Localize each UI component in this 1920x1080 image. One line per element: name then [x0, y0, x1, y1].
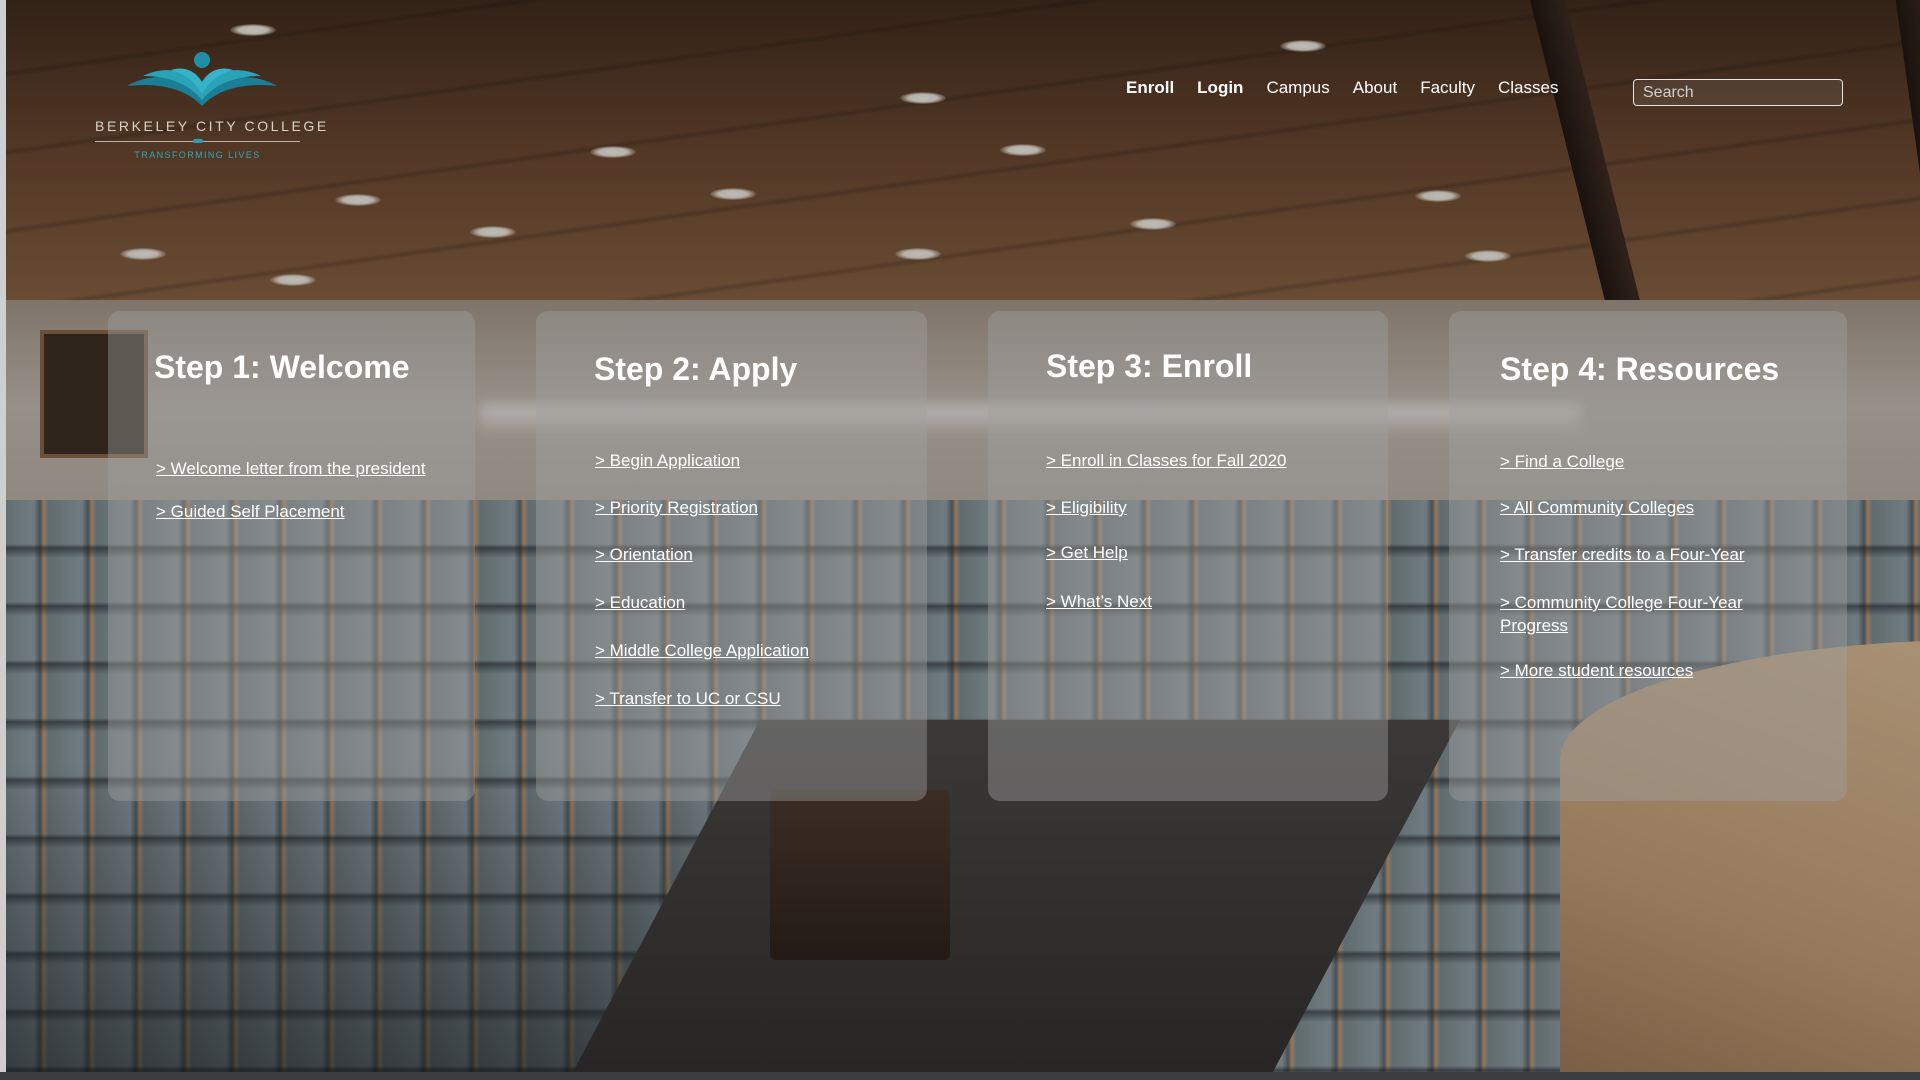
step-1-title: Step 1: Welcome — [154, 349, 410, 385]
bottom-bar — [0, 1072, 1920, 1080]
nav-about[interactable]: About — [1353, 78, 1397, 98]
left-edge-strip — [0, 0, 6, 1080]
list-item: > Community College Four-Year Progress — [1500, 591, 1800, 637]
step-2-card: Step 2: Apply > Begin Application > Prio… — [536, 311, 927, 801]
list-item: > More student resources — [1500, 659, 1800, 682]
college-logo[interactable]: BERKELEY CITY COLLEGE TRANSFORMING LIVES — [95, 48, 329, 168]
nav-login[interactable]: Login — [1197, 78, 1243, 98]
community-college-progress-link[interactable]: > Community College Four-Year Progress — [1500, 593, 1743, 635]
step-3-title: Step 3: Enroll — [1046, 348, 1253, 384]
nav-classes[interactable]: Classes — [1498, 78, 1558, 98]
list-item: > Eligibility — [1046, 496, 1376, 519]
step-1-card: Step 1: Welcome > Welcome letter from th… — [108, 311, 475, 801]
logo-college-name: BERKELEY CITY COLLEGE — [95, 118, 329, 134]
step-4-links: > Find a College > All Community College… — [1500, 450, 1800, 682]
list-item: > All Community Colleges — [1500, 496, 1800, 519]
transfer-uc-csu-link[interactable]: > Transfer to UC or CSU — [595, 689, 781, 708]
welcome-letter-link[interactable]: > Welcome letter from the president — [156, 459, 425, 478]
find-a-college-link[interactable]: > Find a College — [1500, 452, 1624, 471]
list-item: > What’s Next — [1046, 590, 1376, 613]
list-item: > Middle College Application — [595, 639, 915, 662]
logo-accent-mark — [193, 139, 203, 143]
list-item: > Priority Registration — [595, 496, 915, 519]
list-item: > Transfer credits to a Four-Year — [1500, 543, 1800, 566]
priority-registration-link[interactable]: > Priority Registration — [595, 498, 758, 517]
step-2-title: Step 2: Apply — [594, 351, 798, 387]
list-item: > Begin Application — [595, 449, 915, 472]
enroll-classes-fall-2020-link[interactable]: > Enroll in Classes for Fall 2020 — [1046, 451, 1286, 470]
step-3-card: Step 3: Enroll > Enroll in Classes for F… — [988, 311, 1388, 801]
nav-faculty[interactable]: Faculty — [1420, 78, 1475, 98]
step-2-links: > Begin Application > Priority Registrat… — [595, 449, 915, 710]
list-item: > Guided Self Placement — [156, 500, 446, 523]
get-help-link[interactable]: > Get Help — [1046, 543, 1128, 562]
logo-tagline: TRANSFORMING LIVES — [134, 150, 261, 160]
main-nav: Enroll Login Campus About Faculty Classe… — [1126, 78, 1581, 98]
step-4-title: Step 4: Resources — [1500, 351, 1780, 387]
list-item: > Get Help — [1046, 541, 1376, 564]
list-item: > Welcome letter from the president — [156, 457, 446, 480]
guided-self-placement-link[interactable]: > Guided Self Placement — [156, 502, 345, 521]
orientation-link[interactable]: > Orientation — [595, 545, 693, 564]
list-item: > Orientation — [595, 543, 915, 566]
whats-next-link[interactable]: > What’s Next — [1046, 592, 1152, 611]
transfer-credits-link[interactable]: > Transfer credits to a Four-Year — [1500, 545, 1745, 564]
list-item: > Enroll in Classes for Fall 2020 — [1046, 449, 1376, 472]
eligibility-link[interactable]: > Eligibility — [1046, 498, 1127, 517]
step-3-links: > Enroll in Classes for Fall 2020 > Elig… — [1046, 449, 1376, 613]
page: BERKELEY CITY COLLEGE TRANSFORMING LIVES… — [0, 0, 1920, 1080]
begin-application-link[interactable]: > Begin Application — [595, 451, 740, 470]
nav-campus[interactable]: Campus — [1266, 78, 1329, 98]
step-4-card: Step 4: Resources > Find a College > All… — [1449, 311, 1847, 801]
education-link[interactable]: > Education — [595, 593, 685, 612]
nav-enroll[interactable]: Enroll — [1126, 78, 1174, 98]
more-student-resources-link[interactable]: > More student resources — [1500, 661, 1693, 680]
middle-college-application-link[interactable]: > Middle College Application — [595, 641, 809, 660]
list-item: > Education — [595, 591, 915, 614]
list-item: > Transfer to UC or CSU — [595, 687, 915, 710]
step-1-links: > Welcome letter from the president > Gu… — [156, 457, 446, 523]
all-community-colleges-link[interactable]: > All Community Colleges — [1500, 498, 1694, 517]
open-book-icon — [127, 52, 277, 106]
search-input[interactable] — [1633, 79, 1843, 106]
list-item: > Find a College — [1500, 450, 1800, 473]
